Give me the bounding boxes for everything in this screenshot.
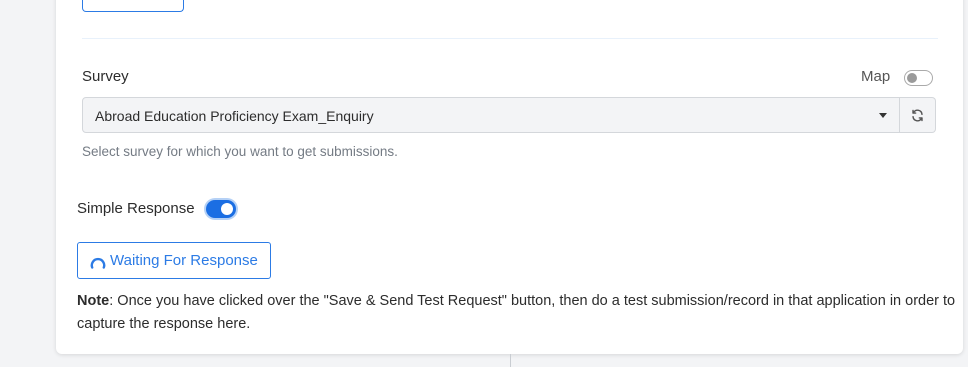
map-label: Map (861, 68, 891, 85)
refresh-button[interactable] (900, 97, 936, 133)
settings-card: Survey Map Abroad Education Proficiency … (56, 0, 963, 354)
note-title: Note (77, 293, 110, 309)
waiting-for-response-button[interactable]: Waiting For Response (77, 242, 271, 279)
note-body: : Once you have clicked over the "Save &… (77, 293, 956, 332)
simple-response-toggle[interactable] (206, 200, 236, 218)
note-text: Note: Once you have clicked over the "Sa… (77, 290, 957, 336)
map-toggle-knob (907, 73, 917, 83)
survey-label: Survey (82, 68, 129, 85)
simple-response-toggle-knob (221, 203, 233, 215)
waiting-for-response-label: Waiting For Response (110, 252, 258, 269)
simple-response-label: Simple Response (77, 200, 195, 217)
refresh-icon (912, 109, 923, 122)
chevron-down-icon (879, 113, 887, 118)
survey-select[interactable]: Abroad Education Proficiency Exam_Enquir… (82, 97, 900, 133)
survey-help-text: Select survey for which you want to get … (82, 144, 398, 159)
previous-action-button[interactable] (82, 0, 184, 12)
section-divider (82, 38, 938, 39)
map-toggle[interactable] (904, 70, 933, 86)
survey-select-value: Abroad Education Proficiency Exam_Enquir… (95, 108, 374, 124)
spinner-icon (90, 257, 106, 269)
bottom-divider (510, 354, 511, 367)
